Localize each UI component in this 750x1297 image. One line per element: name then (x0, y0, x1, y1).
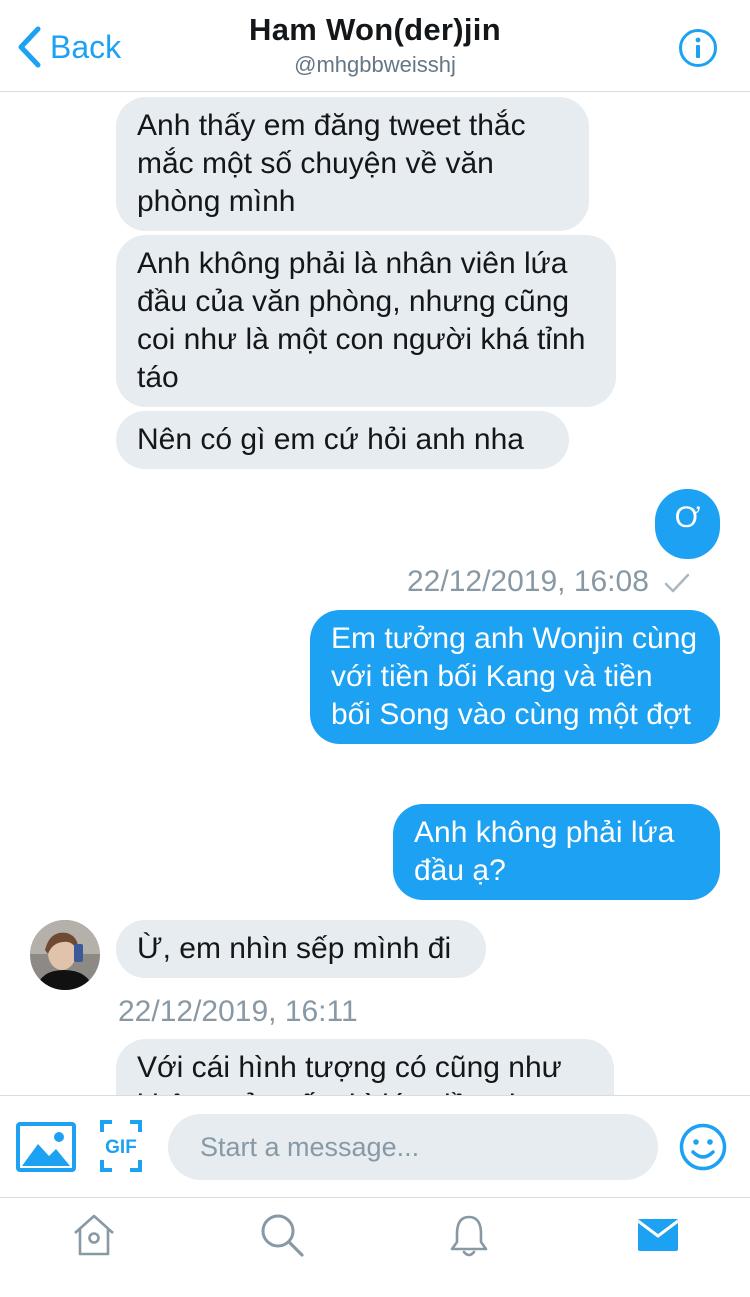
message-bubble-outgoing[interactable]: Ơ (655, 489, 720, 559)
message-text: Nên có gì em cứ hỏi anh nha (137, 423, 524, 456)
timestamp-text: 22/12/2019, 16:11 (118, 995, 358, 1028)
conversation-title: Ham Won(der)jin (249, 12, 501, 47)
message-text: Ừ, em nhìn sếp mình đi (137, 932, 452, 965)
conversation-header: Back Ham Won(der)jin @mhgbbweisshj (0, 0, 750, 92)
conversation-title-block[interactable]: Ham Won(der)jin @mhgbbweisshj (0, 12, 750, 78)
message-bubble-incoming[interactable]: Anh không phải là nhân viên lứa đầu của … (116, 235, 616, 407)
search-icon[interactable] (259, 1212, 305, 1258)
image-icon[interactable] (16, 1122, 76, 1172)
message-bubble-incoming[interactable]: Ừ, em nhìn sếp mình đi (116, 920, 486, 978)
message-timestamp: 22/12/2019, 16:08 (407, 565, 691, 599)
message-thread[interactable]: Anh thấy em đăng tweet thắc mắc một số c… (0, 93, 750, 1095)
message-text: Anh không phải lứa đầu ạ? (414, 816, 675, 887)
message-text: Ơ (674, 501, 701, 534)
message-text: Anh thấy em đăng tweet thắc mắc một số c… (137, 109, 526, 218)
profile-photo-image (30, 920, 100, 990)
info-icon[interactable] (678, 28, 718, 68)
message-composer: GIF (0, 1095, 750, 1197)
message-text: Với cái hình tượng có cũng như không của… (137, 1051, 562, 1095)
checkmark-icon (664, 573, 690, 593)
message-text: Anh không phải là nhân viên lứa đầu của … (137, 247, 586, 394)
message-bubble-incoming[interactable]: Anh thấy em đăng tweet thắc mắc một số c… (116, 97, 589, 231)
message-bubble-incoming[interactable]: Với cái hình tượng có cũng như không của… (116, 1039, 614, 1095)
gif-label: GIF (105, 1137, 137, 1158)
message-bubble-outgoing[interactable]: Anh không phải lứa đầu ạ? (393, 804, 720, 900)
bottom-tab-bar (0, 1197, 750, 1297)
message-input[interactable] (168, 1114, 658, 1180)
message-timestamp: 22/12/2019, 16:11 (118, 995, 358, 1029)
timestamp-text: 22/12/2019, 16:08 (407, 565, 649, 598)
bell-icon[interactable] (446, 1212, 492, 1258)
message-bubble-outgoing[interactable]: Em tưởng anh Wonjin cùng với tiền bối Ka… (310, 610, 720, 744)
message-text: Em tưởng anh Wonjin cùng với tiền bối Ka… (331, 622, 698, 731)
conversation-handle: @mhgbbweisshj (294, 52, 456, 77)
message-bubble-incoming[interactable]: Nên có gì em cứ hỏi anh nha (116, 411, 569, 469)
gif-icon[interactable]: GIF (100, 1120, 142, 1172)
envelope-icon[interactable] (635, 1212, 681, 1258)
avatar[interactable] (30, 920, 100, 990)
smiley-icon[interactable] (679, 1123, 727, 1171)
home-icon[interactable] (71, 1212, 117, 1258)
